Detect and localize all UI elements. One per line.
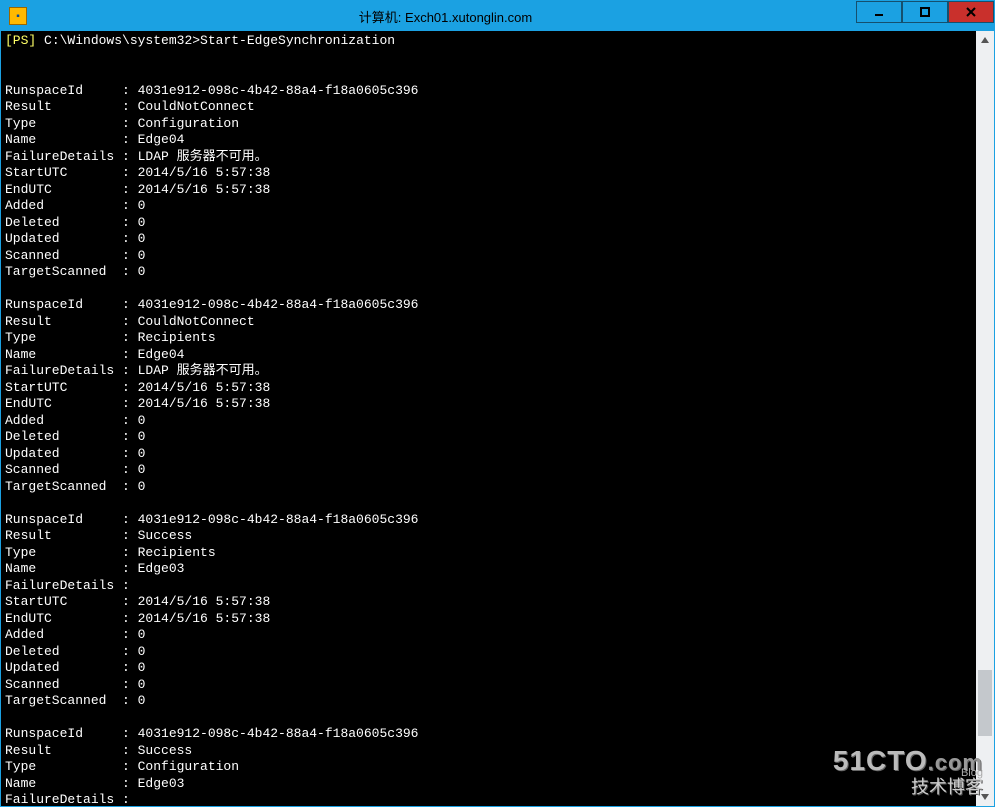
chevron-down-icon: [980, 792, 990, 802]
scroll-up-button[interactable]: [976, 31, 994, 49]
app-icon: ▪: [9, 7, 27, 25]
client-area: [PS] C:\Windows\system32>Start-EdgeSynch…: [1, 31, 994, 806]
close-button[interactable]: [948, 1, 994, 23]
minimize-icon: [873, 6, 885, 18]
scroll-track[interactable]: [976, 49, 994, 788]
scroll-down-button[interactable]: [976, 788, 994, 806]
console-output[interactable]: [PS] C:\Windows\system32>Start-EdgeSynch…: [1, 31, 976, 806]
window-title: 计算机: Exch01.xutonglin.com: [35, 7, 856, 26]
vertical-scrollbar[interactable]: [976, 31, 994, 806]
maximize-icon: [919, 6, 931, 18]
maximize-button[interactable]: [902, 1, 948, 23]
window-controls: [856, 1, 994, 31]
minimize-button[interactable]: [856, 1, 902, 23]
scroll-thumb[interactable]: [978, 670, 992, 737]
close-icon: [965, 6, 977, 18]
title-bar[interactable]: ▪ 计算机: Exch01.xutonglin.com: [1, 1, 994, 31]
chevron-up-icon: [980, 35, 990, 45]
app-window: ▪ 计算机: Exch01.xutonglin.com [PS] C:\Wind…: [0, 0, 995, 807]
